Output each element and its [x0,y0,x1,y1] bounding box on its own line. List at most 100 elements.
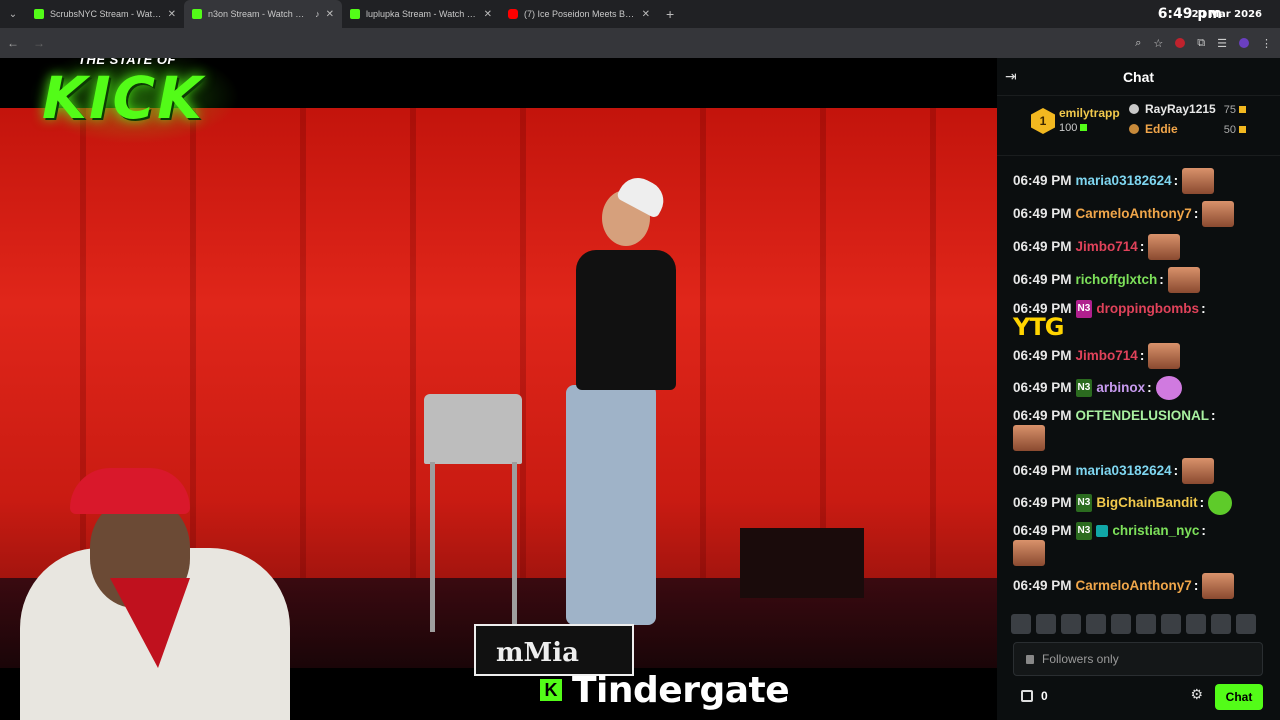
message-time: 06:49 PM [1013,523,1072,538]
message-username[interactable]: CarmeloAnthony7 [1076,205,1192,223]
tab-title: n3on Stream - Watch Live o [208,9,310,19]
message-username[interactable]: BigChainBandit [1096,494,1197,512]
zoom-icon[interactable]: ⌕ [1135,37,1141,50]
chat-input[interactable]: Followers only [1013,642,1263,676]
leader-1-name[interactable]: emilytrapp [1059,106,1120,120]
chat-messages[interactable]: 06:49 PM maria03182624: 06:49 PM CarmeloAnt… [997,158,1280,608]
bookmark-star-icon[interactable]: ☆ [1153,37,1163,50]
gift-icon [1239,106,1246,113]
lock-icon [1026,654,1034,664]
emote-icon[interactable] [1111,614,1131,634]
date: 20 Mar 2026 [1191,9,1262,20]
emote-icon[interactable] [1136,614,1156,634]
message-username[interactable]: christian_nyc [1112,522,1199,540]
chat-header: ⇥ Chat [997,58,1280,96]
browser-tab-4[interactable]: (7) Ice Poseidon Meets Bill Clin ✕ [500,0,658,28]
stream-video[interactable]: mMia THE STATE OF KICK K Tindergate [0,58,997,720]
new-tab-icon[interactable]: + [666,6,674,22]
emote-icon[interactable] [1061,614,1081,634]
stool [424,394,522,464]
message-username[interactable]: droppingbombs [1096,300,1199,318]
tab-title: (7) Ice Poseidon Meets Bill Clin [524,9,636,19]
message-separator: : [1201,523,1206,538]
chat-title: Chat [1122,68,1155,85]
stage-speaker [740,528,864,598]
message-time: 06:49 PM [1013,272,1072,287]
profile-avatar-icon[interactable] [1239,38,1249,48]
emote-icon [1013,540,1045,566]
message-time: 06:49 PM [1013,206,1072,221]
chat-message: 06:49 PM Jimbo714: [1013,234,1264,260]
close-tab-icon[interactable]: ✕ [484,9,492,20]
leader-2-amount: 75 [1224,104,1246,116]
chat-message: 06:49 PM N3 BigChainBandit: [1013,491,1264,515]
silver-medal-icon [1129,104,1139,114]
close-tab-icon[interactable]: ✕ [326,9,334,20]
channel-points: 0 [1041,689,1048,703]
emote-icon[interactable] [1211,614,1231,634]
kick-favicon-icon [34,9,44,19]
browser-tab-1[interactable]: ScrubsNYC Stream - Watch Live ✕ [26,0,184,28]
message-username[interactable]: richoffglxtch [1076,271,1158,289]
chat-message: 06:49 PM N3 christian_nyc: [1013,522,1264,566]
kick-favicon-icon [350,9,360,19]
browser-tab-3[interactable]: luplupka Stream - Watch Live o ✕ [342,0,500,28]
back-arrow-icon[interactable]: ← [0,36,26,50]
message-username[interactable]: Jimbo714 [1076,347,1138,365]
chat-message: 06:49 PM Jimbo714: [1013,343,1264,369]
gear-icon[interactable]: ⚙ [1190,686,1203,703]
tab-search-menu-icon[interactable]: ⌄ [0,0,26,28]
chat-message: 06:49 PM richoffglxtch: [1013,267,1264,293]
extension-icon[interactable] [1175,38,1186,48]
state-of-kick-logo: THE STATE OF KICK [28,58,240,144]
message-username[interactable]: Jimbo714 [1076,238,1138,256]
extensions-puzzle-icon[interactable]: ⧉ [1197,37,1205,50]
speaker-icon[interactable]: ♪ [315,9,320,19]
stage-sign: mMia [474,624,634,676]
message-time: 06:49 PM [1013,578,1072,593]
close-tab-icon[interactable]: ✕ [642,9,650,20]
tab-strip-icon[interactable]: ☰ [1217,37,1227,50]
caption-text: Tindergate [572,669,790,711]
kick-favicon-icon [192,9,202,19]
webcam-overlay [0,458,300,720]
toolbar-icons: ⌕ ☆ ⧉ ☰ ⋮ [1135,28,1272,58]
close-tab-icon[interactable]: ✕ [168,9,176,20]
tab-title: ScrubsNYC Stream - Watch Live [50,9,162,19]
collapse-chat-icon[interactable]: ⇥ [1005,68,1017,85]
emote-icon[interactable] [1161,614,1181,634]
emote-icon[interactable] [1236,614,1256,634]
followers-only-text: Followers only [1042,652,1119,666]
chat-message: 06:49 PM maria03182624: [1013,168,1264,194]
message-username[interactable]: maria03182624 [1076,172,1172,190]
leader-3[interactable]: Eddie [1129,122,1178,136]
message-separator: : [1199,495,1205,510]
emote-icon [1167,267,1200,293]
message-username[interactable]: arbinox [1096,379,1145,397]
browser-menu-icon[interactable]: ⋮ [1261,37,1272,50]
message-username[interactable]: CarmeloAnthony7 [1076,577,1192,595]
message-time: 06:49 PM [1013,408,1072,423]
emote-icon[interactable] [1086,614,1106,634]
emote-icon [1182,458,1215,484]
chat-footer: 0 ⚙ Chat [1013,684,1263,710]
message-time: 06:49 PM [1013,463,1072,478]
forward-arrow-icon[interactable]: → [26,36,52,50]
subscriber-badge-icon: N3 [1075,522,1093,540]
message-time: 06:49 PM [1013,348,1072,363]
message-separator: : [1159,272,1164,287]
leader-1-amount: 100 [1059,122,1088,134]
send-chat-button[interactable]: Chat [1215,684,1263,710]
emote-icon [1182,168,1215,194]
gift-icon [1239,126,1246,133]
emote-icon[interactable] [1186,614,1206,634]
emote-icon[interactable] [1036,614,1056,634]
emote-icon[interactable] [1011,614,1031,634]
channel-points-icon[interactable] [1021,690,1033,702]
message-separator: : [1201,301,1206,316]
browser-tab-2[interactable]: n3on Stream - Watch Live o ♪ ✕ [184,0,342,28]
message-username[interactable]: OFTENDELUSIONAL [1076,407,1210,425]
gift-badge-icon [1096,525,1109,537]
leader-2[interactable]: RayRay1215 [1129,102,1216,116]
message-username[interactable]: maria03182624 [1076,462,1172,480]
